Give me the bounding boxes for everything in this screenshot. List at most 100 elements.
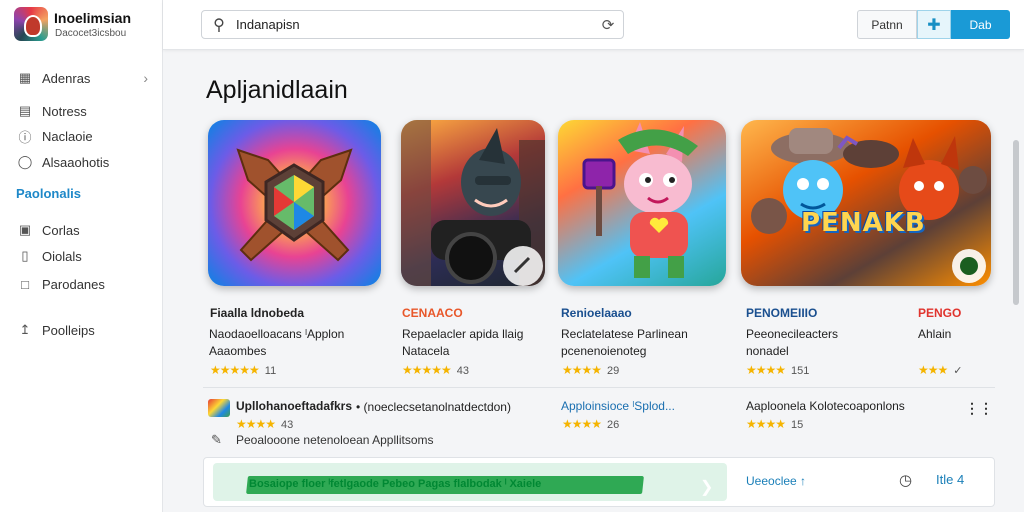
star-icons: ★★★★ [236, 417, 276, 431]
tile-title-art: PENAKB [801, 208, 926, 238]
window-icon: ▯ [21, 248, 29, 263]
verified-check-icon: ✓ [953, 365, 963, 377]
app-subtitle: Dacocet3icsbou [55, 28, 127, 39]
row2-item-2-title[interactable]: Apploinsioce ˡSplod... [561, 399, 675, 413]
row2-item-1-title[interactable]: Upllohanoeftadafkrs [236, 399, 352, 413]
sidebar-item-label: Poolleips [42, 322, 95, 338]
card-3-line1: Reclatelatese Parlinean [561, 327, 688, 341]
primary-button[interactable]: Dab [951, 10, 1010, 39]
card-3-line2: pcenenoienoteg [561, 344, 647, 358]
sidebar-item-label: Parodanes [42, 276, 105, 292]
cartoon-creature-icon [582, 122, 698, 278]
share-icon: ↥ [19, 322, 31, 337]
pencil-icon[interactable]: ✎ [211, 432, 222, 448]
card-1-rating: ★★★★★ 11 [210, 363, 276, 377]
plus-icon: ✚ [927, 16, 941, 34]
card-4-line2: nonadel [746, 344, 789, 358]
robot-rider-icon [401, 120, 545, 286]
sidebar: Inoelimsian Dacocet3icsbou ▦ Adenras › ▤… [0, 0, 163, 512]
page-title: Apljanidlaain [206, 76, 348, 104]
sidebar-item-2[interactable]: ▤ Notress [16, 101, 148, 121]
scrollbar-thumb[interactable] [1013, 140, 1019, 305]
card-5-line1: Ahlain [918, 327, 952, 341]
app-tile-3[interactable] [558, 120, 726, 286]
sidebar-item-1[interactable]: ▦ Adenras › [16, 68, 148, 88]
row2-item-3-rating: ★★★★ 15 [746, 417, 803, 431]
row2-item-3-title[interactable]: Aaploonela Kolotecoaponlons [746, 399, 905, 413]
star-icons: ★★★★★ [210, 363, 260, 377]
sidebar-item-7[interactable]: □ Parodanes [16, 274, 148, 294]
rating-count: 29 [607, 365, 620, 377]
card-2-line1: Repaelacler apida llaig [402, 327, 524, 341]
tag-icon: ◯ [17, 154, 33, 169]
card-4-line1: Peeonecileacters [746, 327, 839, 341]
sidebar-item-5[interactable]: ▣ Corlas [16, 220, 148, 240]
sidebar-item-label: Alsaaohotis [42, 154, 110, 170]
adventure-crew-icon [751, 128, 987, 283]
card-2-rating: ★★★★★ 43 [402, 363, 469, 377]
info-circle-icon: ⓘ [18, 129, 32, 145]
sidebar-item-8[interactable]: ↥ Poolleips [16, 320, 148, 340]
sidebar-item-4[interactable]: ◯ Alsaaohotis [16, 152, 148, 172]
rating-count: 151 [791, 365, 810, 377]
top-bar: ⚲ Indanapisn ⟳ Patnn ✚ Dab [163, 0, 1024, 50]
rating-count: 15 [791, 419, 804, 431]
add-button[interactable]: ✚ [917, 10, 951, 39]
card-1-line1: Naodaoelloacans ˡApplon [209, 327, 345, 341]
card-2-title[interactable]: CENAACO [402, 306, 463, 320]
star-icons: ★★★★★ [402, 363, 452, 377]
card-3-rating: ★★★★ 29 [562, 363, 619, 377]
sidebar-item-6[interactable]: ▯ Oiolals [16, 246, 148, 266]
more-options-icon[interactable]: ⋮⋮ [965, 401, 993, 415]
row2-item-2-rating: ★★★★ 26 [562, 417, 619, 431]
promo-banner: Bosaiope floer ˡfetlgaode Pebeo Pagas fl… [203, 457, 995, 507]
rating-count: 43 [456, 365, 470, 377]
card-4-title[interactable]: PENOMEIIIO [746, 306, 817, 320]
sidebar-item-label: Oiolals [42, 248, 82, 264]
app-logo[interactable]: Inoelimsian Dacocet3icsbou [14, 7, 159, 43]
crossed-weapons-icon [236, 148, 353, 262]
chevron-right-icon: › [143, 70, 148, 86]
section-divider [203, 387, 995, 388]
card-1-title[interactable]: Fiaalla ldnobeda [210, 306, 304, 320]
row2-item-1-rating: ★★★★ 43 [236, 417, 293, 431]
star-icons: ★★★ [918, 363, 948, 377]
star-icons: ★★★★ [562, 363, 602, 377]
card-1-line2: Aaaombes [209, 344, 267, 358]
app-thumbnail-icon[interactable] [208, 399, 230, 417]
app-title: Inoelimsian [54, 10, 132, 26]
app-tile-1[interactable] [208, 120, 381, 286]
card-5-rating: ★★★ ✓ [918, 363, 963, 377]
document-icon: □ [21, 276, 29, 292]
square-icon: ▣ [18, 222, 32, 237]
star-icons: ★★★★ [562, 417, 602, 431]
promo-text: Bosaiope floer ˡfetlgaode Pebeo Pagas fl… [249, 478, 542, 490]
rating-count: 43 [281, 419, 294, 431]
sidebar-item-label: Adenras [42, 70, 91, 86]
sidebar-item-3[interactable]: ⓘ Naclaoie [16, 126, 148, 146]
card-4-rating: ★★★★ 151 [746, 363, 809, 377]
card-2-line2: Natacela [402, 344, 450, 358]
banner-count[interactable]: Itle 4 [936, 472, 964, 487]
promo-highlight[interactable]: Bosaiope floer ˡfetlgaode Pebeo Pagas fl… [213, 463, 727, 501]
refresh-icon[interactable]: ⟳ [593, 16, 623, 34]
row2-item-1-extra: • (noeclecsetanolnatdectdon) [356, 400, 511, 414]
banner-link[interactable]: Ueeoclee ↑ [746, 474, 806, 488]
search-input[interactable]: Indanapisn [236, 17, 593, 32]
rating-count: 11 [264, 365, 277, 377]
app-tile-4[interactable]: PENAKB [741, 120, 991, 286]
search-icon: ⚲ [213, 16, 225, 34]
star-icons: ★★★★ [746, 363, 786, 377]
search-box[interactable]: ⚲ Indanapisn ⟳ [201, 10, 624, 39]
sidebar-item-label: Naclaoie [42, 128, 93, 144]
chevron-right-icon[interactable]: ❯ [700, 477, 713, 497]
app-tile-2[interactable] [401, 120, 545, 286]
sidebar-section-title[interactable]: Paolonalis [16, 186, 81, 201]
card-5-title[interactable]: PENGO [918, 306, 961, 320]
list-icon: ▤ [18, 103, 32, 118]
clock-icon[interactable]: ◷ [899, 471, 912, 489]
logo-mark-icon [14, 7, 48, 41]
card-3-title[interactable]: Renioelaaao [561, 306, 632, 320]
row2-description: Peoalooone netenoloean Appllitsoms [236, 433, 434, 447]
plain-button[interactable]: Patnn [857, 10, 917, 39]
